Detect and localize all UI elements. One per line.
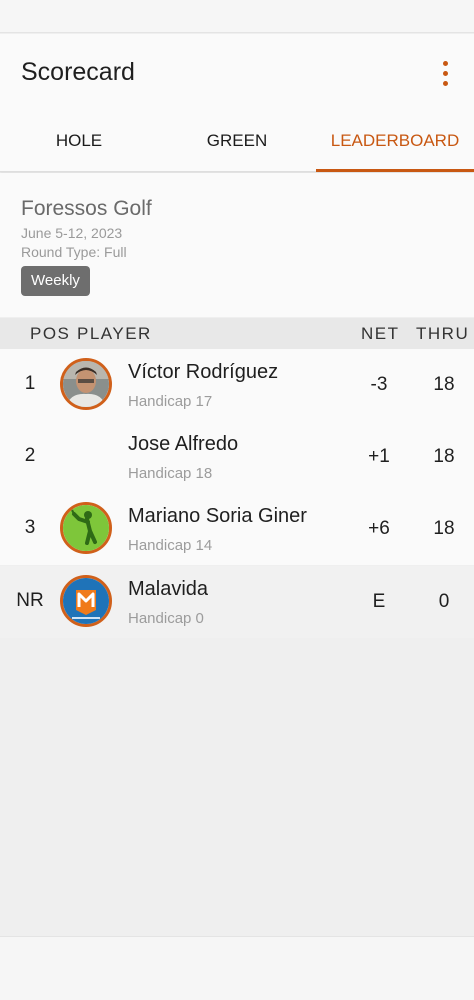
net-score: +6	[368, 518, 390, 539]
course-name: Foressos Golf	[21, 197, 152, 220]
more-vert-icon[interactable]	[432, 58, 458, 88]
position: NR	[16, 590, 44, 611]
table-row[interactable]: 2 Jose Alfredo Handicap 18 +1 18	[0, 421, 474, 493]
position: 1	[24, 373, 36, 394]
navigation-bar	[0, 936, 474, 1000]
player-handicap: Handicap 0	[128, 610, 204, 627]
player-name: Malavida	[128, 578, 209, 600]
table-row[interactable]: NR Malavida Handicap 0 E 0	[0, 566, 474, 638]
thru-holes: 18	[433, 518, 455, 539]
player-name: Víctor Rodríguez	[128, 361, 279, 383]
player-name: Mariano Soria Giner	[128, 505, 307, 527]
thru-holes: 0	[438, 591, 450, 612]
thru-holes: 18	[433, 446, 455, 467]
net-score: E	[372, 591, 386, 612]
weekly-chip[interactable]: Weekly	[21, 266, 90, 296]
player-name: Jose Alfredo	[128, 433, 239, 455]
col-player: PLAYER	[77, 324, 152, 343]
position: 2	[24, 445, 36, 466]
status-bar	[0, 0, 474, 33]
player-handicap: Handicap 14	[128, 537, 213, 554]
course-dates: June 5-12, 2023	[21, 225, 123, 241]
leaderboard-header: POS PLAYER NET THRU	[0, 318, 474, 349]
malavida-logo	[60, 575, 112, 627]
table-row[interactable]: 1 Víctor Rodríguez Handicap 17 -3 18	[0, 349, 474, 421]
col-pos: POS	[30, 324, 71, 343]
net-score: -3	[370, 374, 388, 395]
course-info: Foressos Golf June 5-12, 2023 Round Type…	[0, 173, 474, 317]
golfer-avatar	[60, 502, 112, 554]
tab-green[interactable]: GREEN	[158, 122, 316, 172]
position: 3	[24, 517, 36, 538]
col-net: NET	[361, 324, 400, 343]
table-row[interactable]: 3 Mariano Soria Giner Handicap 14 +6 18	[0, 493, 474, 565]
photo-avatar	[60, 358, 112, 410]
player-handicap: Handicap 18	[128, 465, 213, 482]
tab-bar: HOLE GREEN LEADERBOARD	[0, 122, 474, 172]
net-score: +1	[368, 446, 390, 467]
thru-holes: 18	[433, 374, 455, 395]
tab-leaderboard[interactable]: LEADERBOARD	[316, 122, 474, 172]
col-thru: THRU	[416, 324, 470, 343]
page-title: Scorecard	[21, 58, 135, 86]
tab-hole[interactable]: HOLE	[0, 122, 158, 172]
round-type: Round Type: Full	[21, 244, 127, 260]
player-handicap: Handicap 17	[128, 393, 213, 410]
app-bar: Scorecard HOLE GREEN LEADERBOARD	[0, 34, 474, 172]
